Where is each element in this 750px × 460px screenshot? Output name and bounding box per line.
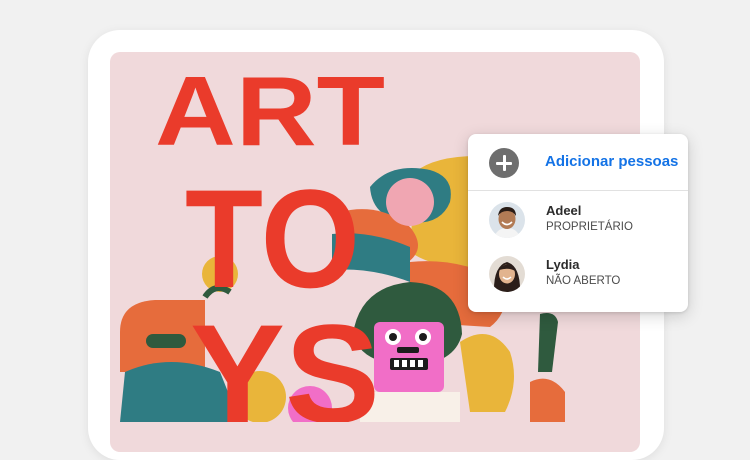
avatar	[489, 256, 525, 292]
poster-title-line: TO	[185, 160, 360, 317]
avatar	[489, 202, 525, 238]
person-role: PROPRIETÁRIO	[546, 221, 633, 233]
person-row[interactable]: Lydia NÃO ABERTO	[468, 248, 688, 300]
poster-title-line: YS	[190, 295, 380, 422]
person-name: Adeel	[546, 203, 582, 218]
share-panel: Adicionar pessoas Adeel PROPRIETÁRIO Lyd…	[468, 134, 688, 312]
person-name: Lydia	[546, 257, 580, 272]
add-people-button[interactable]: Adicionar pessoas	[468, 134, 688, 190]
plus-circle-icon[interactable]	[489, 148, 519, 178]
person-row[interactable]: Adeel PROPRIETÁRIO	[468, 194, 688, 246]
divider	[468, 190, 688, 191]
person-role: NÃO ABERTO	[546, 275, 621, 287]
add-people-label[interactable]: Adicionar pessoas	[545, 153, 678, 170]
poster-title-line: ART	[155, 56, 385, 166]
